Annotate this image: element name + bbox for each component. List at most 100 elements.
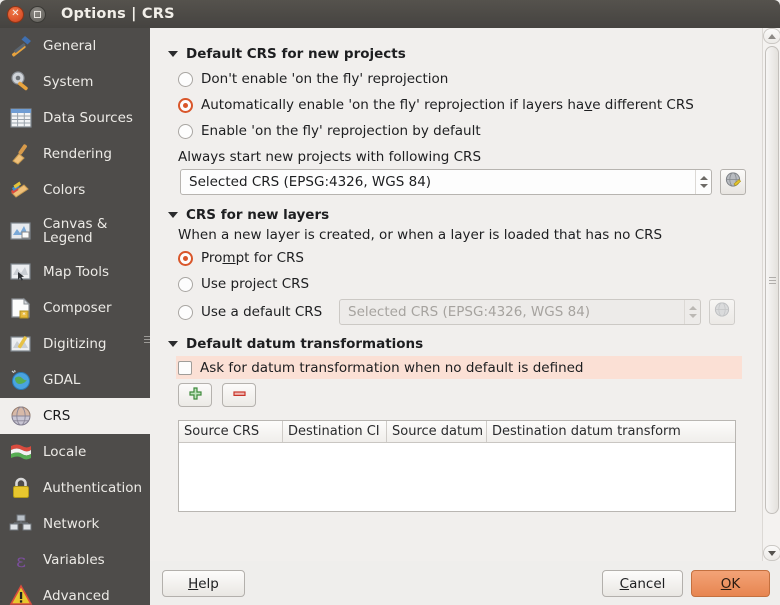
column-header-source-crs[interactable]: Source CRS (179, 421, 283, 442)
table-grid-icon (8, 105, 34, 131)
sidebar-item-rendering[interactable]: Rendering (0, 136, 150, 172)
radio-enable-by-default[interactable] (178, 124, 193, 139)
default-crs-combo[interactable]: Selected CRS (EPSG:4326, WGS 84) (339, 299, 701, 325)
sidebar-item-advanced[interactable]: Advanced (0, 578, 150, 605)
plus-icon (188, 386, 203, 405)
sidebar-item-network[interactable]: Network (0, 506, 150, 542)
sidebar-item-label: Map Tools (43, 265, 109, 279)
radio-row-automatically-enable[interactable]: Automatically enable 'on the fly' reproj… (178, 92, 746, 118)
section-title: Default CRS for new projects (186, 46, 406, 62)
sidebar-item-digitizing[interactable]: Digitizing (0, 326, 150, 362)
window-title: Options | CRS (61, 6, 175, 22)
default-crs-value: Selected CRS (EPSG:4326, WGS 84) (348, 304, 684, 320)
globe-gdal-icon (8, 367, 34, 393)
hammer-wrench-icon (8, 33, 34, 59)
close-icon[interactable]: ✕ (7, 6, 24, 23)
sidebar-item-authentication[interactable]: Authentication (0, 470, 150, 506)
maximize-icon[interactable] (29, 6, 46, 23)
help-mnemonic: H (188, 576, 198, 592)
canvas-legend-icon (8, 218, 34, 244)
section-header-new-layers[interactable]: CRS for new layers (168, 207, 746, 223)
datum-transformations-table[interactable]: Source CRS Destination CI Source datum D… (178, 420, 736, 512)
sidebar-item-locale[interactable]: Locale (0, 434, 150, 470)
column-header-destination-crs[interactable]: Destination CI (283, 421, 387, 442)
project-crs-row: Selected CRS (EPSG:4326, WGS 84) (178, 167, 746, 197)
sidebar-item-label: Data Sources (43, 111, 133, 125)
sidebar-item-map-tools[interactable]: Map Tools (0, 254, 150, 290)
radio-use-project-crs[interactable] (178, 277, 193, 292)
sidebar-item-composer[interactable]: * Composer (0, 290, 150, 326)
column-header-destination-datum-transform[interactable]: Destination datum transform (487, 421, 735, 442)
sidebar-item-label: General (43, 39, 96, 53)
section-header-datum-transformations[interactable]: Default datum transformations (168, 336, 746, 352)
select-default-crs-button[interactable] (709, 299, 735, 325)
project-crs-combo[interactable]: Selected CRS (EPSG:4326, WGS 84) (180, 169, 712, 195)
ok-mnemonic: O (721, 576, 732, 592)
spin-arrows[interactable] (684, 300, 700, 324)
project-crs-value: Selected CRS (EPSG:4326, WGS 84) (189, 174, 695, 190)
scroll-down-icon[interactable] (763, 545, 780, 561)
cancel-mnemonic: C (620, 576, 629, 592)
sidebar-item-label: Advanced (43, 589, 110, 603)
cancel-button[interactable]: Cancel (602, 570, 683, 597)
select-crs-button[interactable] (720, 169, 746, 195)
add-datum-transform-button[interactable] (178, 383, 212, 407)
content-scrollbar[interactable] (762, 28, 780, 561)
sidebar-item-crs[interactable]: CRS (0, 398, 150, 434)
sidebar: General System (0, 28, 150, 605)
radio-automatically-enable[interactable] (178, 98, 193, 113)
help-label-rest: elp (198, 576, 219, 592)
sidebar-item-variables[interactable]: ε Variables (0, 542, 150, 578)
radio-row-use-project-crs[interactable]: Use project CRS (178, 271, 746, 297)
table-header-row: Source CRS Destination CI Source datum D… (179, 421, 735, 443)
radio-label: Automatically enable 'on the fly' reproj… (201, 97, 694, 113)
sidebar-item-system[interactable]: System (0, 64, 150, 100)
spin-arrows[interactable] (695, 170, 711, 194)
color-brush-icon (8, 177, 34, 203)
radio-row-prompt-for-crs[interactable]: Prompt for CRS (178, 245, 746, 271)
chevron-down-icon (168, 212, 178, 218)
help-button[interactable]: Help (162, 570, 245, 597)
globe-edit-icon (724, 171, 742, 193)
network-computers-icon (8, 511, 34, 537)
wrench-gear-icon (8, 69, 34, 95)
radio-label: Enable 'on the fly' reprojection by defa… (201, 123, 481, 139)
ask-datum-transformation-row[interactable]: Ask for datum transformation when no def… (176, 356, 742, 379)
section-header-default-crs[interactable]: Default CRS for new projects (168, 46, 746, 62)
sidebar-item-gdal[interactable]: GDAL (0, 362, 150, 398)
column-header-source-datum[interactable]: Source datum (387, 421, 487, 442)
radio-use-default-crs[interactable] (178, 305, 193, 320)
section-title: CRS for new layers (186, 207, 329, 223)
radio-prompt-for-crs[interactable] (178, 251, 193, 266)
radio-row-enable-by-default[interactable]: Enable 'on the fly' reprojection by defa… (178, 118, 746, 144)
sidebar-item-label: Authentication (43, 481, 142, 495)
scroll-up-icon[interactable] (763, 28, 780, 44)
radio-label: Prompt for CRS (201, 250, 304, 266)
dialog-button-bar: Help Cancel OK (150, 561, 780, 605)
sidebar-item-label: Composer (43, 301, 112, 315)
radio-label: Don't enable 'on the fly' reprojection (201, 71, 448, 87)
sidebar-item-label: Digitizing (43, 337, 106, 351)
section-title: Default datum transformations (186, 336, 423, 352)
sidebar-item-general[interactable]: General (0, 28, 150, 64)
sidebar-item-canvas-legend[interactable]: Canvas & Legend (0, 208, 150, 254)
radio-row-dont-enable[interactable]: Don't enable 'on the fly' reprojection (178, 66, 746, 92)
padlock-icon (8, 475, 34, 501)
datum-toolbar (178, 379, 746, 411)
globe-edit-icon (713, 301, 731, 323)
scrollbar-thumb[interactable] (765, 46, 779, 514)
radio-label: Use project CRS (201, 276, 309, 292)
radio-dont-enable[interactable] (178, 72, 193, 87)
ok-button[interactable]: OK (691, 570, 770, 597)
sidebar-item-label: GDAL (43, 373, 80, 387)
crs-globe-icon (8, 403, 34, 429)
radio-row-use-default-crs[interactable]: Use a default CRS Selected CRS (EPSG:432… (178, 297, 746, 327)
sidebar-item-colors[interactable]: Colors (0, 172, 150, 208)
sidebar-item-label: Canvas & Legend (43, 217, 150, 245)
epsilon-icon: ε (8, 547, 34, 573)
sidebar-item-data-sources[interactable]: Data Sources (0, 100, 150, 136)
remove-datum-transform-button[interactable] (222, 383, 256, 407)
flag-icon (8, 439, 34, 465)
sidebar-item-label: System (43, 75, 93, 89)
ask-datum-checkbox[interactable] (178, 361, 192, 375)
